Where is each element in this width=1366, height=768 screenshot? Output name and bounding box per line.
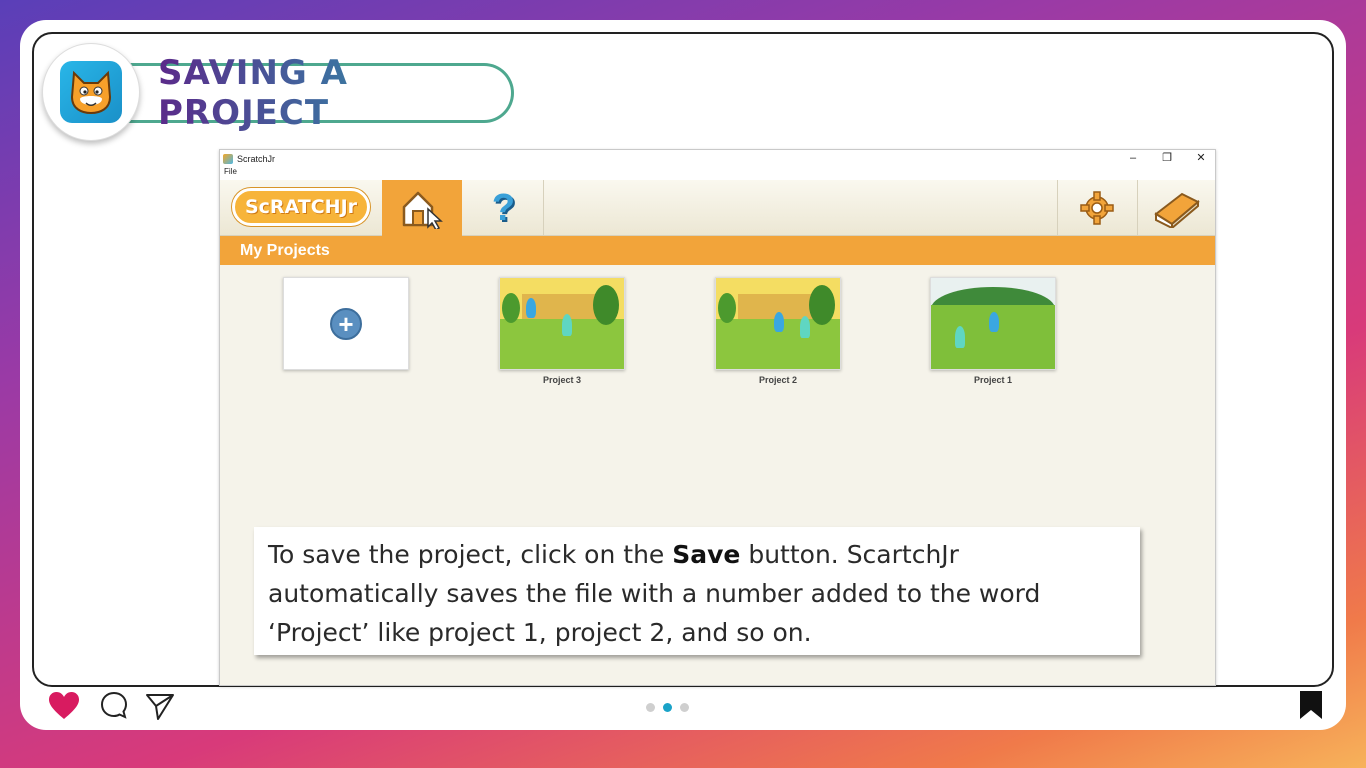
comment-icon[interactable] <box>100 691 128 719</box>
logo-badge <box>42 43 140 141</box>
send-icon[interactable] <box>145 691 175 721</box>
scratchjr-logo: ScRATCHJr <box>232 188 370 226</box>
add-project-icon: + <box>330 307 362 340</box>
window-titlebar: ScratchJr – ❐ ✕ <box>220 150 1215 167</box>
project-label: Project 1 <box>973 375 1013 385</box>
project-label: Project 3 <box>542 375 582 385</box>
title-banner: SAVING A PROJECT <box>120 53 514 133</box>
help-tab[interactable]: ? <box>464 180 544 236</box>
menubar: File <box>220 167 1215 180</box>
project-tile[interactable]: Project 3 <box>499 277 625 385</box>
post-card: ScratchJr – ❐ ✕ File ScRATCHJr ? My Proj… <box>20 20 1346 730</box>
page-title: SAVING A PROJECT <box>158 53 511 133</box>
help-icon: ? <box>491 186 516 229</box>
project-thumbnail <box>715 277 841 370</box>
my-projects-bar: My Projects <box>220 236 1215 265</box>
guide-button[interactable] <box>1137 180 1215 236</box>
home-tab[interactable] <box>382 180 462 236</box>
app-toolbar: ScRATCHJr ? <box>220 180 1215 236</box>
instruction-caption: To save the project, click on the Save b… <box>254 527 1140 655</box>
project-tile[interactable]: Project 2 <box>715 277 841 385</box>
caption-text-1: To save the project, click on the <box>268 540 673 569</box>
heart-icon[interactable] <box>48 691 80 721</box>
home-icon <box>402 191 443 229</box>
restore-button[interactable]: ❐ <box>1161 150 1173 167</box>
post-footer <box>20 687 1346 730</box>
bookmark-icon[interactable] <box>1298 690 1324 720</box>
caption-bold-save: Save <box>672 540 741 569</box>
project-thumbnail <box>930 277 1056 370</box>
window-title: ScratchJr <box>237 153 276 164</box>
window-controls: – ❐ ✕ <box>1127 150 1207 167</box>
app-icon <box>223 153 233 164</box>
project-thumbnail <box>499 277 625 370</box>
page-dot[interactable] <box>646 703 655 712</box>
page-dot[interactable] <box>680 703 689 712</box>
project-label: Project 2 <box>758 375 798 385</box>
new-project-thumb: + <box>283 277 409 370</box>
page-dot-active[interactable] <box>663 703 672 712</box>
settings-button[interactable] <box>1057 180 1135 236</box>
minimize-button[interactable]: – <box>1127 150 1139 167</box>
new-project-tile[interactable]: + <box>283 277 409 370</box>
close-button[interactable]: ✕ <box>1195 150 1207 167</box>
menu-file[interactable]: File <box>224 167 237 176</box>
project-tile[interactable]: Project 1 <box>930 277 1056 385</box>
pagination-dots <box>646 703 689 712</box>
scratch-cat-icon <box>60 61 122 123</box>
book-icon <box>1153 192 1200 228</box>
gear-icon <box>1079 191 1114 225</box>
